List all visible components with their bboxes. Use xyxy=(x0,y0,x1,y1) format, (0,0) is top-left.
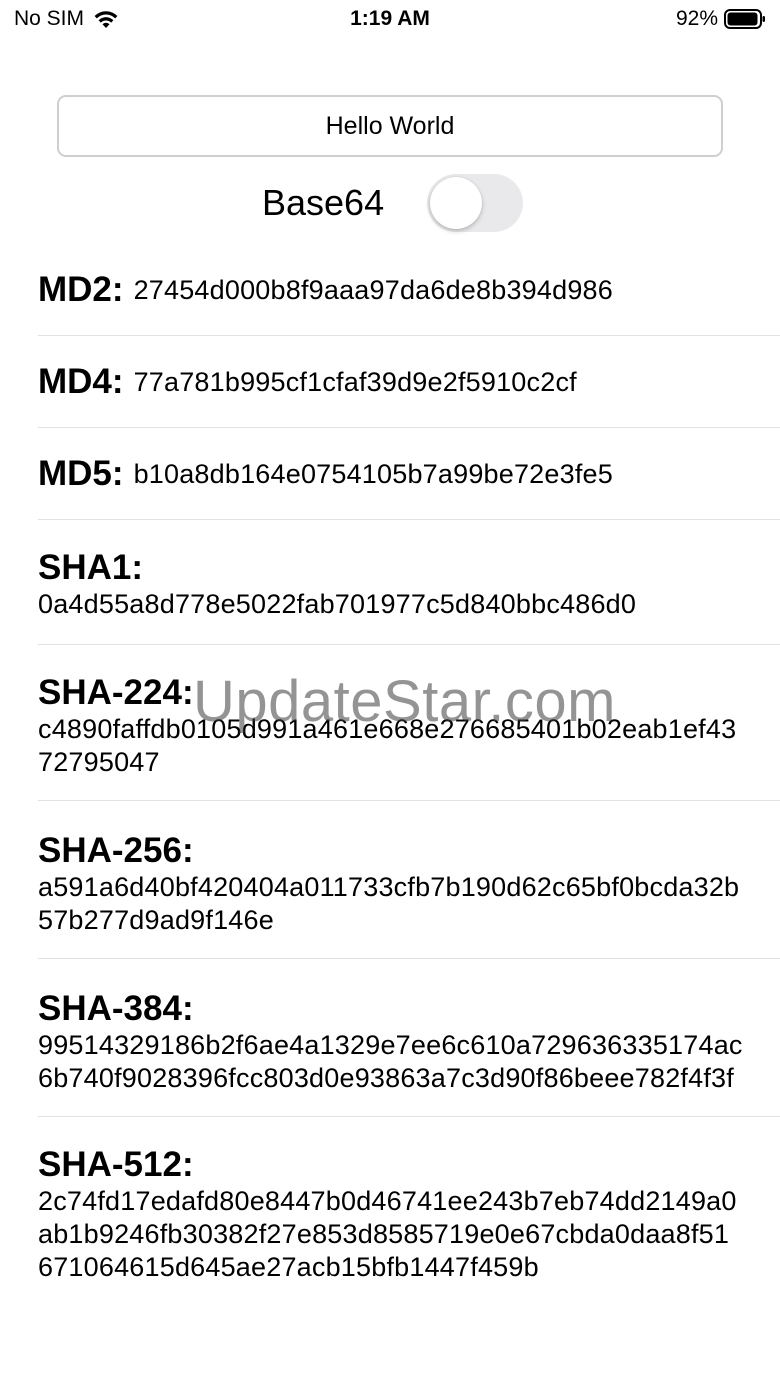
base64-label: Base64 xyxy=(262,182,385,223)
hash-value: 27454d000b8f9aaa97da6de8b394d986 xyxy=(133,274,613,305)
hash-label: SHA1: xyxy=(38,548,144,587)
hash-label: MD2: xyxy=(38,270,124,309)
hash-row-md4[interactable]: MD4: 77a781b995cf1cfaf39d9e2f5910c2cf xyxy=(0,336,780,428)
base64-toggle[interactable] xyxy=(427,174,523,232)
battery-percent: 92% xyxy=(675,7,718,30)
hash-label: SHA-512: xyxy=(38,1145,194,1184)
hash-label: SHA-384: xyxy=(38,989,194,1028)
hash-row-sha256[interactable]: SHA-256: a591a6d40bf420404a011733cfb7b19… xyxy=(0,801,780,959)
hash-value: 2c74fd17edafd80e8447b0d46741ee243b7eb74d… xyxy=(38,1186,737,1282)
hash-list: MD2: 27454d000b8f9aaa97da6de8b394d986 MD… xyxy=(0,244,780,1284)
battery-indicator: 92% xyxy=(676,7,766,31)
hash-text-input[interactable] xyxy=(57,95,723,157)
status-time: 1:19 AM xyxy=(350,7,430,30)
status-bar: No SIM 1:19 AM 92% xyxy=(0,0,780,40)
hash-row-md5[interactable]: MD5: b10a8db164e0754105b7a99be72e3fe5 xyxy=(0,428,780,520)
toggle-knob xyxy=(430,177,482,229)
hash-label: MD4: xyxy=(38,362,124,401)
hash-value: a591a6d40bf420404a011733cfb7b190d62c65bf… xyxy=(38,872,740,935)
hash-value: c4890faffdb0105d991a461e668e276685401b02… xyxy=(38,714,737,777)
hash-value: 0a4d55a8d778e5022fab701977c5d840bbc486d0 xyxy=(38,589,637,619)
hash-value: 77a781b995cf1cfaf39d9e2f5910c2cf xyxy=(133,366,577,397)
hash-row-sha384[interactable]: SHA-384: 99514329186b2f6ae4a1329e7ee6c61… xyxy=(0,959,780,1117)
hash-row-sha1[interactable]: SHA1: 0a4d55a8d778e5022fab701977c5d840bb… xyxy=(0,520,780,645)
battery-icon xyxy=(724,9,765,29)
hash-row-md2[interactable]: MD2: 27454d000b8f9aaa97da6de8b394d986 xyxy=(0,244,780,336)
hash-value: b10a8db164e0754105b7a99be72e3fe5 xyxy=(133,458,613,489)
hash-label: MD5: xyxy=(38,454,124,493)
base64-row: Base64 xyxy=(0,172,780,234)
hash-row-sha224[interactable]: SHA-224: c4890faffdb0105d991a461e668e276… xyxy=(0,645,780,801)
hash-value: 99514329186b2f6ae4a1329e7ee6c610a7296363… xyxy=(38,1030,743,1093)
hash-row-sha512[interactable]: SHA-512: 2c74fd17edafd80e8447b0d46741ee2… xyxy=(0,1117,780,1284)
hash-label: SHA-256: xyxy=(38,831,194,870)
hash-label: SHA-224: xyxy=(38,673,194,712)
